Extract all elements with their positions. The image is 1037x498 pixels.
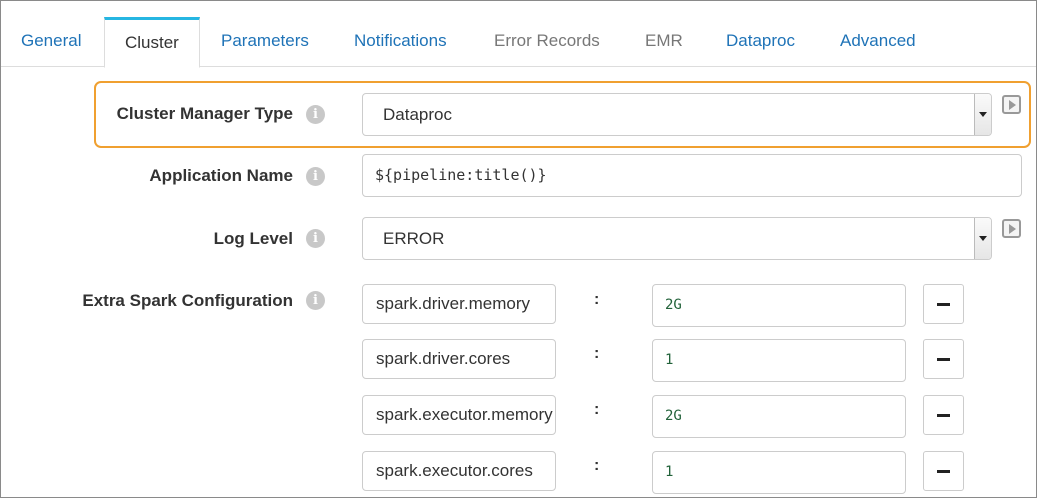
minus-icon bbox=[937, 414, 950, 417]
key-value-separator: : bbox=[594, 401, 600, 418]
minus-icon bbox=[937, 358, 950, 361]
stage-config-panel: General Cluster Parameters Notifications… bbox=[0, 0, 1037, 498]
extra-spark-configuration-label: Extra Spark Configuration bbox=[82, 291, 293, 310]
spark-config-key-input[interactable]: spark.driver.memory bbox=[362, 284, 556, 324]
key-value-separator: : bbox=[594, 291, 600, 308]
tab-bar: General Cluster Parameters Notifications… bbox=[1, 1, 1036, 68]
tab-emr[interactable]: EMR bbox=[625, 17, 703, 67]
spark-config-key-input[interactable]: spark.executor.cores bbox=[362, 451, 556, 491]
info-icon[interactable]: i bbox=[306, 167, 325, 186]
cluster-manager-type-value: Dataproc bbox=[383, 105, 452, 124]
spark-config-value-input[interactable]: 2G bbox=[652, 395, 906, 438]
spark-config-key-input[interactable]: spark.executor.memory bbox=[362, 395, 556, 435]
dropdown-toggle[interactable] bbox=[974, 218, 991, 259]
dropdown-toggle[interactable] bbox=[974, 94, 991, 135]
info-icon[interactable]: i bbox=[306, 229, 325, 248]
tab-cluster[interactable]: Cluster bbox=[104, 17, 200, 68]
tab-parameters[interactable]: Parameters bbox=[201, 17, 329, 67]
tab-general[interactable]: General bbox=[1, 17, 101, 67]
application-name-label: Application Name bbox=[149, 166, 293, 185]
spark-config-value-input[interactable]: 1 bbox=[652, 339, 906, 382]
chevron-down-icon bbox=[979, 112, 987, 117]
remove-entry-button[interactable] bbox=[923, 284, 964, 324]
remove-entry-button[interactable] bbox=[923, 451, 964, 491]
log-level-select[interactable]: ERROR bbox=[362, 217, 992, 260]
minus-icon bbox=[937, 303, 950, 306]
info-icon[interactable]: i bbox=[306, 291, 325, 310]
chevron-down-icon bbox=[979, 236, 987, 241]
tab-notifications[interactable]: Notifications bbox=[334, 17, 467, 67]
key-value-separator: : bbox=[594, 345, 600, 362]
tab-dataproc[interactable]: Dataproc bbox=[706, 17, 815, 67]
tab-advanced[interactable]: Advanced bbox=[820, 17, 936, 67]
play-icon[interactable] bbox=[1002, 219, 1021, 238]
info-icon[interactable]: i bbox=[306, 105, 325, 124]
tab-error-records[interactable]: Error Records bbox=[474, 17, 620, 67]
application-name-input[interactable]: ${pipeline:title()} bbox=[362, 154, 1022, 197]
play-icon[interactable] bbox=[1002, 95, 1021, 114]
spark-config-value-input[interactable]: 1 bbox=[652, 451, 906, 494]
spark-config-value-input[interactable]: 2G bbox=[652, 284, 906, 327]
remove-entry-button[interactable] bbox=[923, 339, 964, 379]
remove-entry-button[interactable] bbox=[923, 395, 964, 435]
minus-icon bbox=[937, 470, 950, 473]
log-level-value: ERROR bbox=[383, 229, 445, 248]
cluster-manager-type-select[interactable]: Dataproc bbox=[362, 93, 992, 136]
log-level-label: Log Level bbox=[213, 229, 293, 248]
spark-config-key-input[interactable]: spark.driver.cores bbox=[362, 339, 556, 379]
key-value-separator: : bbox=[594, 457, 600, 474]
cluster-manager-type-label: Cluster Manager Type bbox=[116, 104, 293, 123]
